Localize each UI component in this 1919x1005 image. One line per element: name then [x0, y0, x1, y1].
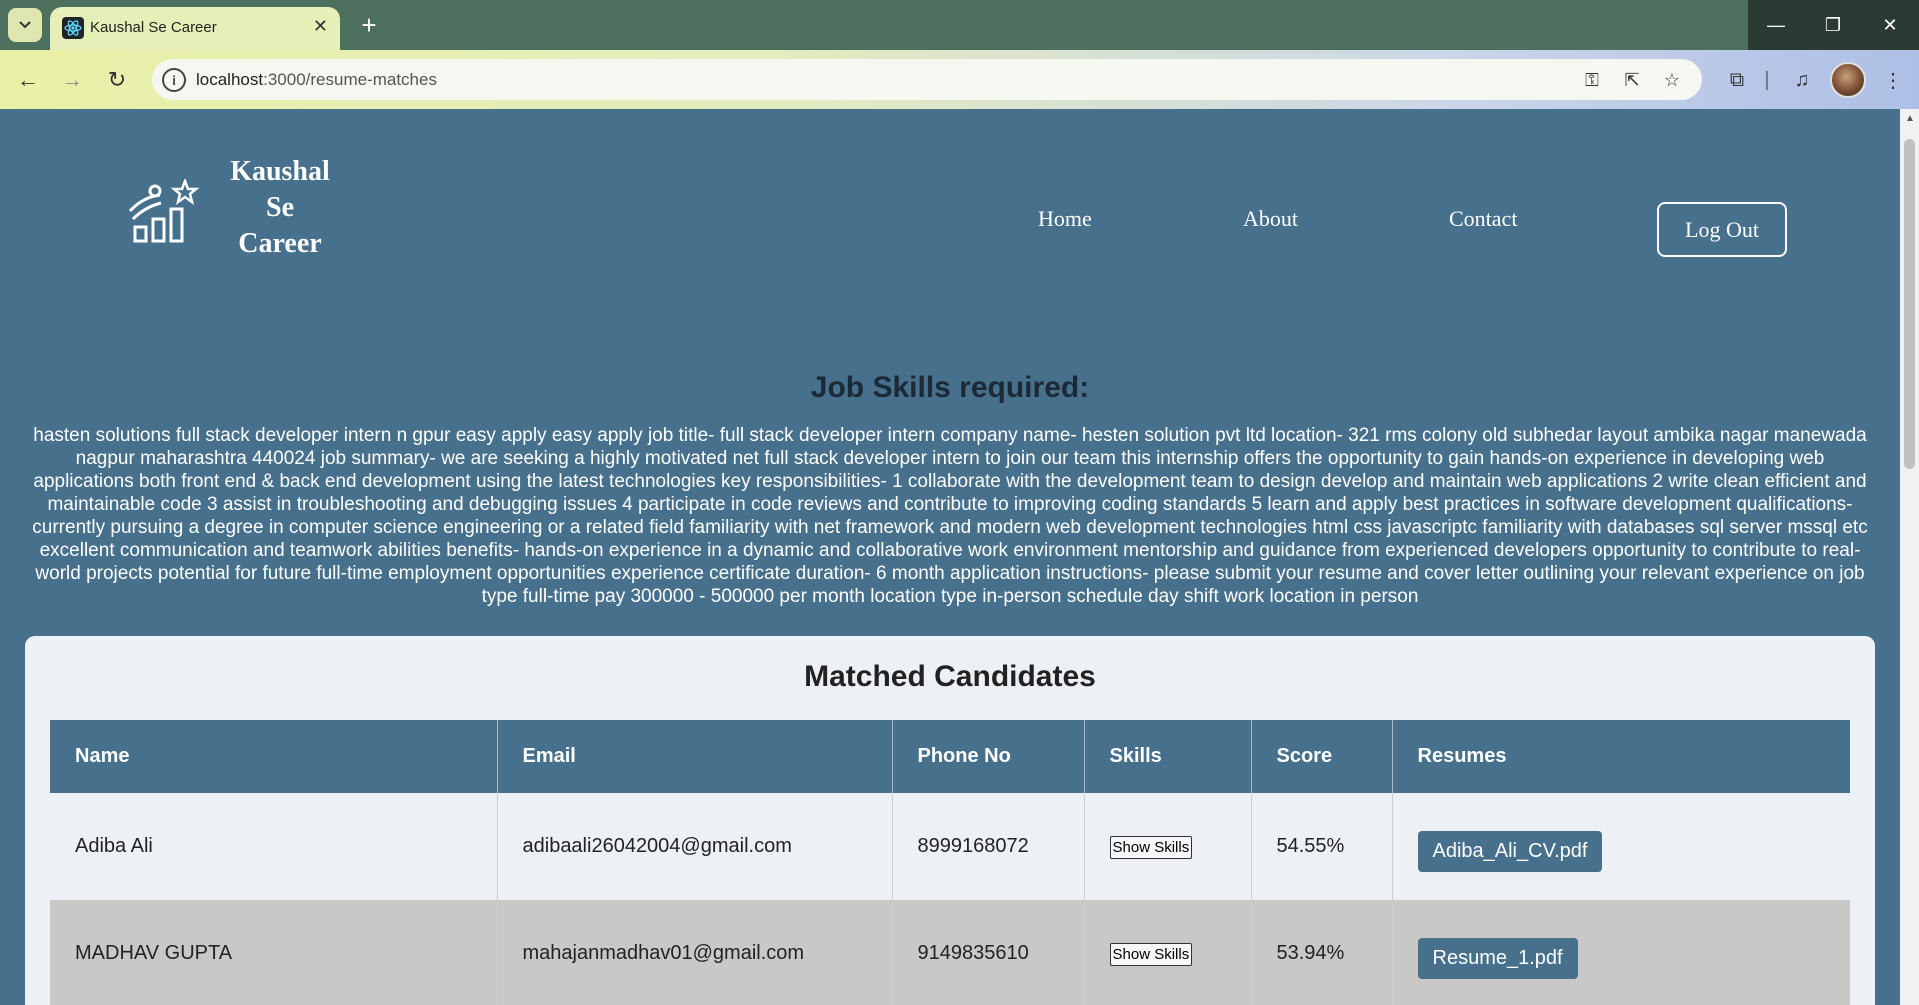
column-header-resumes: Resumes — [1392, 720, 1850, 793]
profile-avatar[interactable] — [1830, 62, 1866, 98]
site-logo[interactable]: Kaushal Se Career — [125, 134, 345, 259]
job-skills-heading: Job Skills required: — [810, 371, 1090, 404]
candidate-resume-cell: Resume_1.pdf — [1392, 900, 1850, 1005]
candidate-name: Adiba Ali — [50, 793, 498, 900]
chevron-down-icon — [19, 21, 31, 29]
candidate-resume-cell: Adiba_Ali_CV.pdf — [1392, 793, 1850, 900]
table-row: Adiba Ali adibaali26042004@gmail.com 899… — [50, 793, 1850, 900]
show-skills-button[interactable]: Show Skills — [1109, 835, 1193, 859]
media-control-icon[interactable]: ♫ — [1787, 65, 1817, 95]
career-growth-icon — [128, 179, 200, 243]
tab-title: Kaushal Se Career — [90, 19, 217, 36]
bookmark-star-icon[interactable]: ☆ — [1660, 68, 1684, 92]
column-header-score: Score — [1251, 720, 1393, 793]
candidates-table: Name Email Phone No Skills Score Resumes… — [50, 720, 1850, 1005]
candidate-skills-cell: Show Skills — [1084, 900, 1252, 1005]
candidate-name: MADHAV GUPTA — [50, 900, 498, 1005]
browser-toolbar: ← → ↻ i localhost:3000/resume-matches ⚿ … — [0, 50, 1919, 109]
table-row: MADHAV GUPTA mahajanmadhav01@gmail.com 9… — [50, 900, 1850, 1005]
scroll-up-arrow-icon[interactable]: ▲ — [1905, 113, 1915, 124]
show-skills-button[interactable]: Show Skills — [1109, 942, 1193, 966]
tab-close-icon[interactable]: ✕ — [313, 16, 328, 37]
tab-search-button[interactable] — [8, 8, 42, 42]
resume-download-button[interactable]: Resume_1.pdf — [1417, 938, 1578, 979]
candidate-phone: 9149835610 — [892, 900, 1085, 1005]
toolbar-divider: | — [1764, 68, 1770, 91]
matched-candidates-card: Matched Candidates Name Email Phone No S… — [25, 636, 1875, 1005]
new-tab-plus-icon[interactable]: + — [352, 8, 386, 42]
candidate-email: mahajanmadhav01@gmail.com — [497, 900, 893, 1005]
close-window-icon[interactable]: ✕ — [1862, 0, 1918, 50]
table-header-row: Name Email Phone No Skills Score Resumes — [50, 720, 1850, 793]
column-header-name: Name — [50, 720, 498, 793]
browser-tab[interactable]: Kaushal Se Career ✕ — [50, 7, 340, 50]
page-content: Kaushal Se Career Home About Contact Log… — [0, 109, 1900, 1005]
column-header-phone: Phone No — [892, 720, 1085, 793]
react-icon — [62, 17, 84, 39]
window-controls: — ❐ ✕ — [1748, 0, 1919, 50]
page-scrollbar[interactable]: ▲ — [1900, 109, 1919, 1005]
candidate-score: 54.55% — [1251, 793, 1393, 900]
url-text: localhost:3000/resume-matches — [196, 70, 437, 89]
scroll-thumb[interactable] — [1904, 139, 1915, 469]
restore-icon[interactable]: ❐ — [1805, 0, 1861, 50]
address-bar[interactable]: i localhost:3000/resume-matches ⚿ ⇱ ☆ — [152, 59, 1702, 100]
site-info-icon[interactable]: i — [162, 68, 186, 92]
brand-name: Kaushal Se Career — [230, 156, 330, 259]
job-skills-text: hasten solutions full stack developer in… — [32, 425, 1868, 607]
candidate-score: 53.94% — [1251, 900, 1393, 1005]
forward-arrow-icon[interactable]: → — [56, 64, 88, 96]
candidate-email: adibaali26042004@gmail.com — [497, 793, 893, 900]
column-header-skills: Skills — [1084, 720, 1252, 793]
matched-candidates-title: Matched Candidates — [804, 660, 1096, 693]
open-external-icon[interactable]: ⇱ — [1620, 68, 1644, 92]
key-icon[interactable]: ⚿ — [1580, 68, 1604, 92]
more-menu-icon[interactable]: ⋮ — [1878, 65, 1908, 95]
candidate-phone: 8999168072 — [892, 793, 1085, 900]
candidate-skills-cell: Show Skills — [1084, 793, 1252, 900]
minimize-icon[interactable]: — — [1748, 0, 1804, 50]
nav-contact-link[interactable]: Contact — [1449, 206, 1517, 232]
logout-button[interactable]: Log Out — [1657, 202, 1787, 257]
nav-about-link[interactable]: About — [1243, 206, 1298, 232]
back-arrow-icon[interactable]: ← — [12, 64, 44, 96]
column-header-email: Email — [497, 720, 893, 793]
reload-icon[interactable]: ↻ — [101, 64, 133, 96]
browser-tab-bar: Kaushal Se Career ✕ + — ❐ ✕ — [0, 0, 1919, 50]
nav-home-link[interactable]: Home — [1038, 206, 1092, 232]
extensions-puzzle-icon[interactable]: ⧉ — [1722, 65, 1752, 95]
resume-download-button[interactable]: Adiba_Ali_CV.pdf — [1417, 831, 1603, 872]
